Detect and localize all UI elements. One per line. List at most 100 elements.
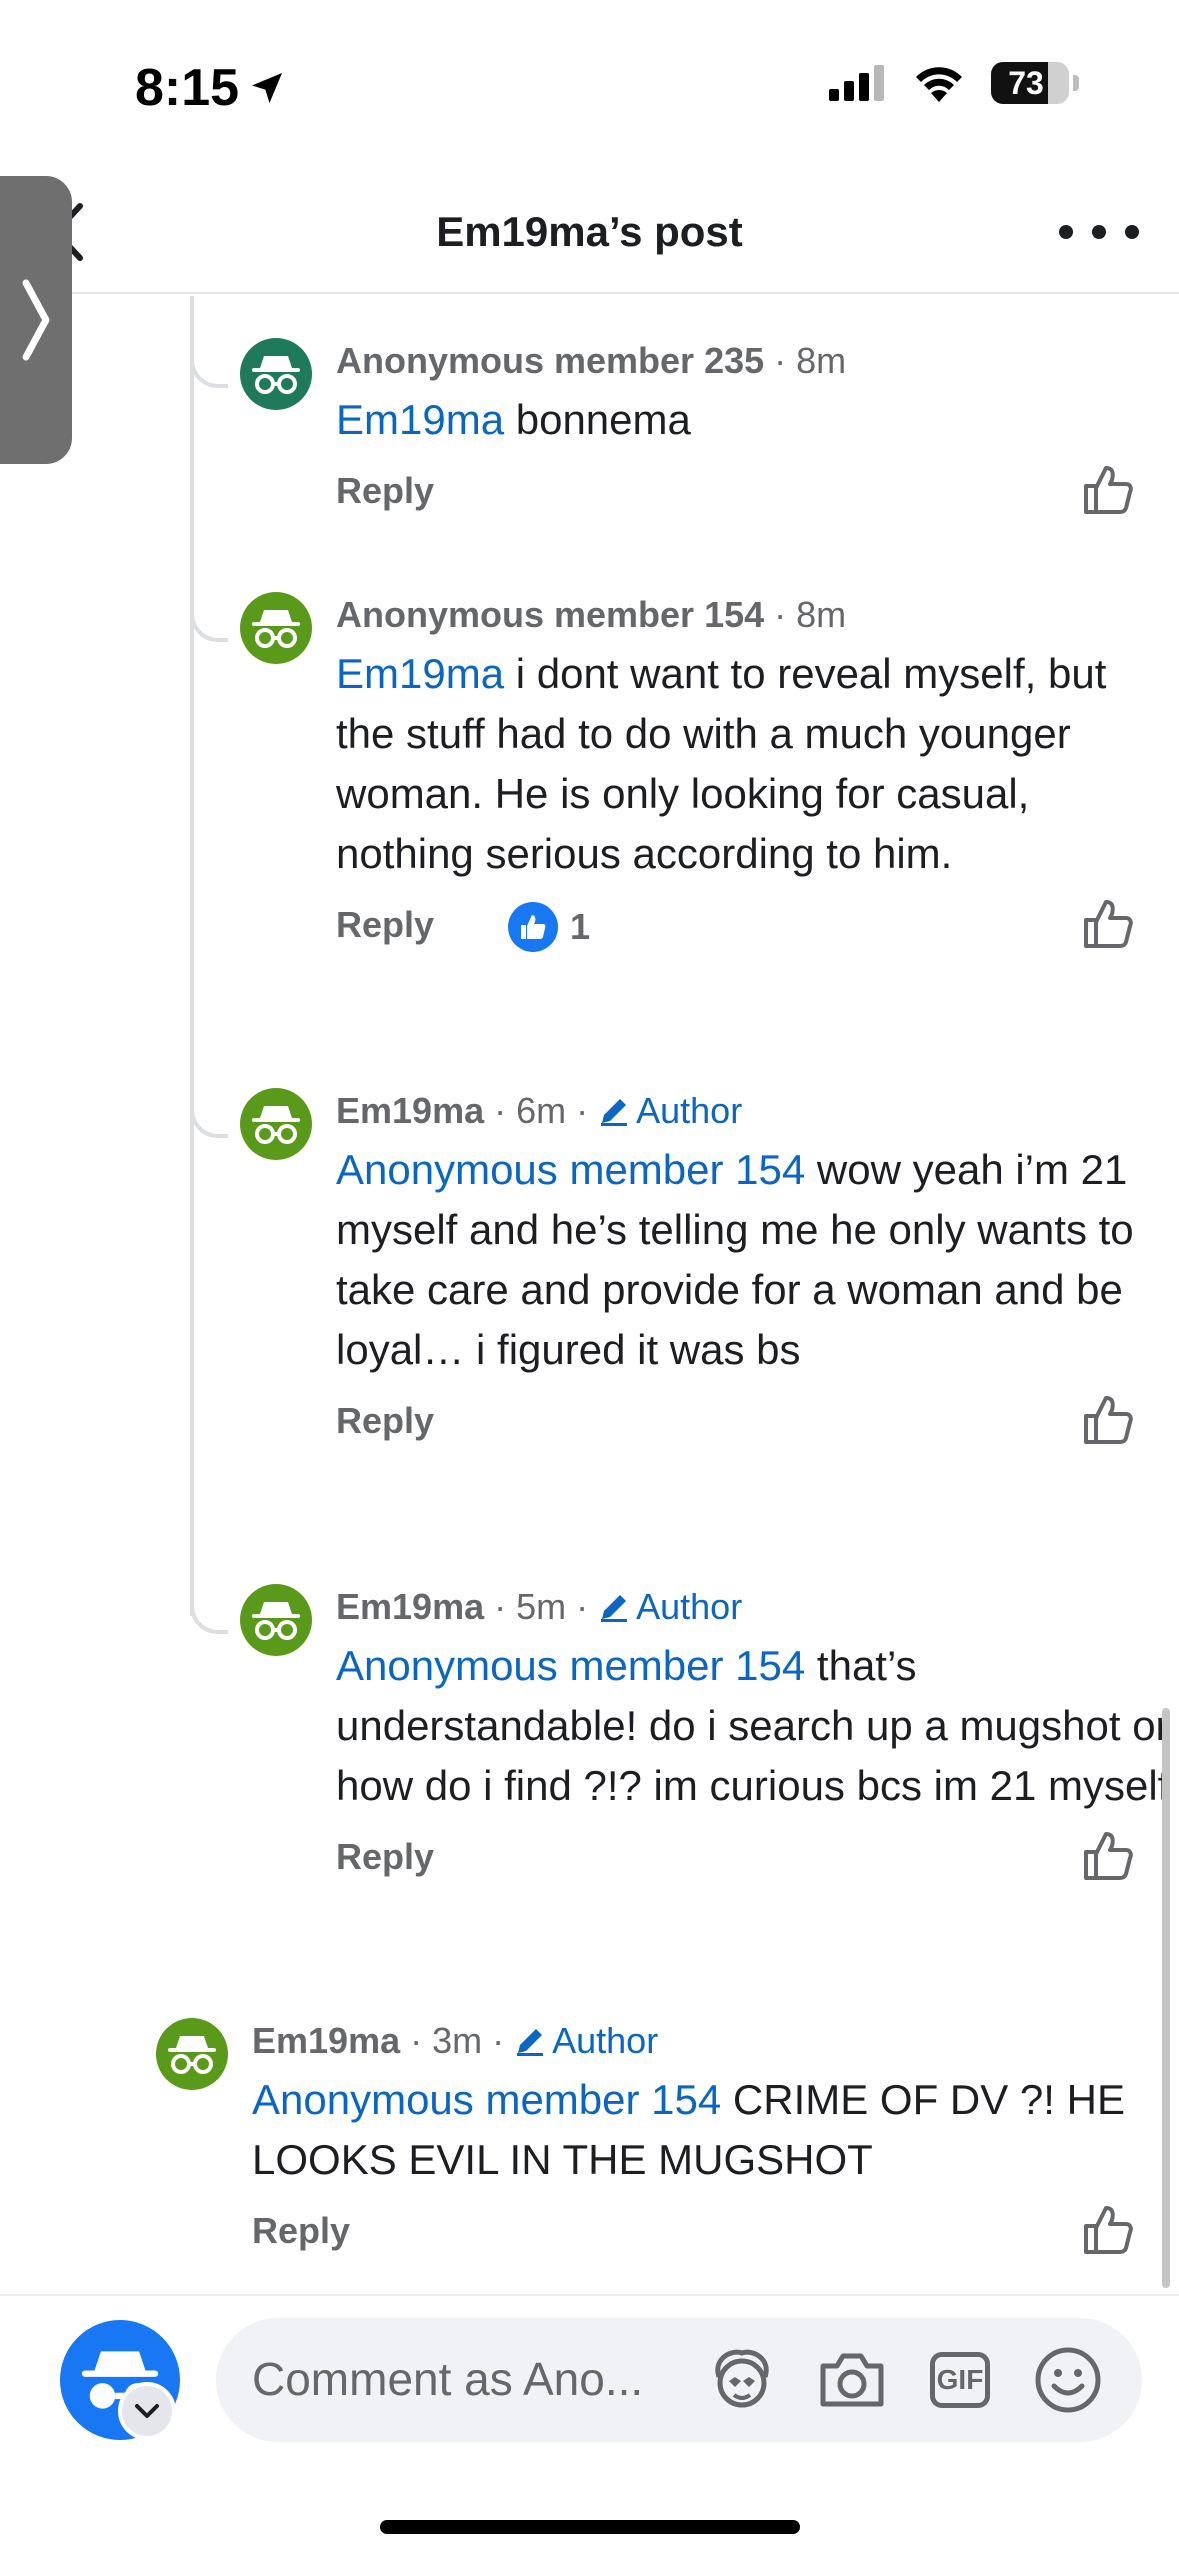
incognito-icon [252, 356, 300, 394]
thread-connector [190, 1110, 228, 1138]
avatar[interactable] [240, 1584, 312, 1656]
comment-thread: Anonymous member 235 · 8m Em19ma bonnema R… [0, 296, 1179, 2292]
status-time-text: 8:15 [135, 59, 240, 117]
comment-text: Anonymous member 154 wow yeah i’m 21 mys… [336, 1140, 1174, 1380]
author-badge: Author [598, 1090, 742, 1132]
wifi-icon [916, 67, 962, 102]
reply-button[interactable]: Reply [336, 904, 434, 946]
author-badge: Author [514, 2020, 658, 2062]
comment-actions: Reply [336, 1828, 1174, 1888]
comment-meta: Em19ma · 3m · Author [252, 2020, 659, 2062]
avatar-sticker-icon [715, 2349, 769, 2408]
comment-body: Em19ma · 3m · Author Anonymous member 154 C… [252, 2018, 1174, 2262]
thumbs-up-icon[interactable] [1080, 896, 1136, 952]
comment-input[interactable]: Comment as Ano... GIF [216, 2318, 1142, 2442]
reply-button[interactable]: Reply [336, 1836, 434, 1878]
scrollbar[interactable] [1162, 1708, 1170, 2288]
comment-body: Anonymous member 235 · 8m Em19ma bonnema R… [336, 338, 1174, 522]
battery-label: 73 [1008, 64, 1044, 101]
reply-button[interactable]: Reply [336, 470, 434, 512]
comment-time: 8m [796, 340, 847, 381]
location-arrow-icon [252, 73, 283, 103]
post-header: Em19ma’s post [0, 170, 1179, 294]
chevron-down-icon [135, 2404, 159, 2418]
comment-body: Anonymous member 154 · 8m Em19ma i dont wa… [336, 592, 1174, 956]
more-dot [1059, 225, 1073, 239]
like-reaction-badge [508, 902, 558, 952]
more-dot [1125, 225, 1139, 239]
pencil-icon [601, 1595, 628, 1622]
comment-time: 5m [516, 1586, 567, 1627]
comment-text: Anonymous member 154 CRIME OF DV ?! HE L… [252, 2070, 1174, 2190]
comment-meta: Anonymous member 235 · 8m [336, 340, 847, 382]
comment-body: Em19ma · 5m · Author Anonymous member 154 t… [336, 1584, 1174, 1888]
reply-button[interactable]: Reply [252, 2210, 350, 2252]
thread-connector [190, 614, 228, 642]
more-dot [1092, 225, 1106, 239]
comment-author[interactable]: Em19ma [252, 2020, 400, 2062]
page-title: Em19ma’s post [436, 208, 743, 255]
reply-button[interactable]: Reply [336, 1400, 434, 1442]
camera-icon [820, 2353, 884, 2407]
comment-author[interactable]: Anonymous member 235 [336, 340, 764, 382]
comment-text: Em19ma bonnema [336, 390, 1174, 450]
cellular-signal-icon [829, 65, 884, 101]
avatar-sticker-button[interactable] [706, 2346, 778, 2414]
incognito-icon [252, 610, 300, 648]
mention-link[interactable]: Em19ma [336, 396, 504, 443]
thumbs-up-icon[interactable] [1080, 1392, 1136, 1448]
comment-meta: Em19ma · 5m · Author [336, 1586, 743, 1628]
comment-text: Em19ma i dont want to reveal myself, but… [336, 644, 1174, 884]
comment-actions: Reply [336, 462, 1174, 522]
comment-time: 3m [432, 2020, 483, 2061]
emoji-button[interactable] [1032, 2346, 1104, 2414]
comment-actions: Reply [336, 1392, 1174, 1452]
comment-text: Anonymous member 154 that’s understandab… [336, 1636, 1174, 1816]
mention-link[interactable]: Anonymous member 154 [252, 2076, 721, 2123]
chevron-right-icon [22, 279, 50, 361]
comment-composer: Comment as Ano... GIF [0, 2294, 1179, 2556]
home-indicator [380, 2520, 800, 2534]
comment-time: 6m [516, 1090, 567, 1131]
thumbs-up-icon[interactable] [1080, 462, 1136, 518]
incognito-icon [168, 2036, 216, 2074]
comment-actions: Reply [252, 2202, 1174, 2262]
side-panel-tab[interactable] [0, 176, 72, 464]
reaction-count: 1 [570, 906, 591, 947]
comment-author[interactable]: Anonymous member 154 [336, 594, 764, 636]
comment-author[interactable]: Em19ma [336, 1586, 484, 1628]
avatar[interactable] [156, 2018, 228, 2090]
mention-link[interactable]: Anonymous member 154 [336, 1642, 805, 1689]
battery-icon: 73 [991, 62, 1069, 104]
status-icons: 73 [829, 62, 1079, 104]
comment-meta: Anonymous member 154 · 8m [336, 594, 847, 636]
reaction-summary[interactable]: 1 [508, 902, 590, 952]
status-bar: 8:15 73 [0, 0, 1179, 170]
thumbs-up-filled-icon [521, 915, 546, 939]
thumbs-up-icon[interactable] [1080, 2202, 1136, 2258]
camera-button[interactable] [816, 2346, 888, 2414]
thumbs-up-icon[interactable] [1080, 1828, 1136, 1884]
pencil-icon [601, 1099, 628, 1126]
comment-content: bonnema [504, 396, 691, 443]
incognito-icon [252, 1602, 300, 1640]
avatar[interactable] [240, 338, 312, 410]
thread-connector [190, 360, 228, 388]
mention-link[interactable]: Anonymous member 154 [336, 1146, 805, 1193]
mention-link[interactable]: Em19ma [336, 650, 504, 697]
more-options-button[interactable] [1059, 212, 1139, 252]
thread-connector [190, 1606, 228, 1634]
comment-input-placeholder: Comment as Ano... [252, 2353, 644, 2405]
comment-body: Em19ma · 6m · Author Anonymous member 154 w… [336, 1088, 1174, 1452]
incognito-icon [252, 1106, 300, 1144]
avatar[interactable] [240, 592, 312, 664]
gif-button[interactable]: GIF [924, 2346, 996, 2414]
pencil-icon [517, 2029, 544, 2056]
identity-dropdown[interactable] [118, 2382, 176, 2440]
status-time: 8:15 [135, 58, 287, 118]
comment-author[interactable]: Em19ma [336, 1090, 484, 1132]
emoji-icon [1035, 2347, 1101, 2413]
gif-icon: GIF [930, 2352, 990, 2408]
comment-actions: Reply 1 [336, 896, 1174, 956]
avatar[interactable] [240, 1088, 312, 1160]
